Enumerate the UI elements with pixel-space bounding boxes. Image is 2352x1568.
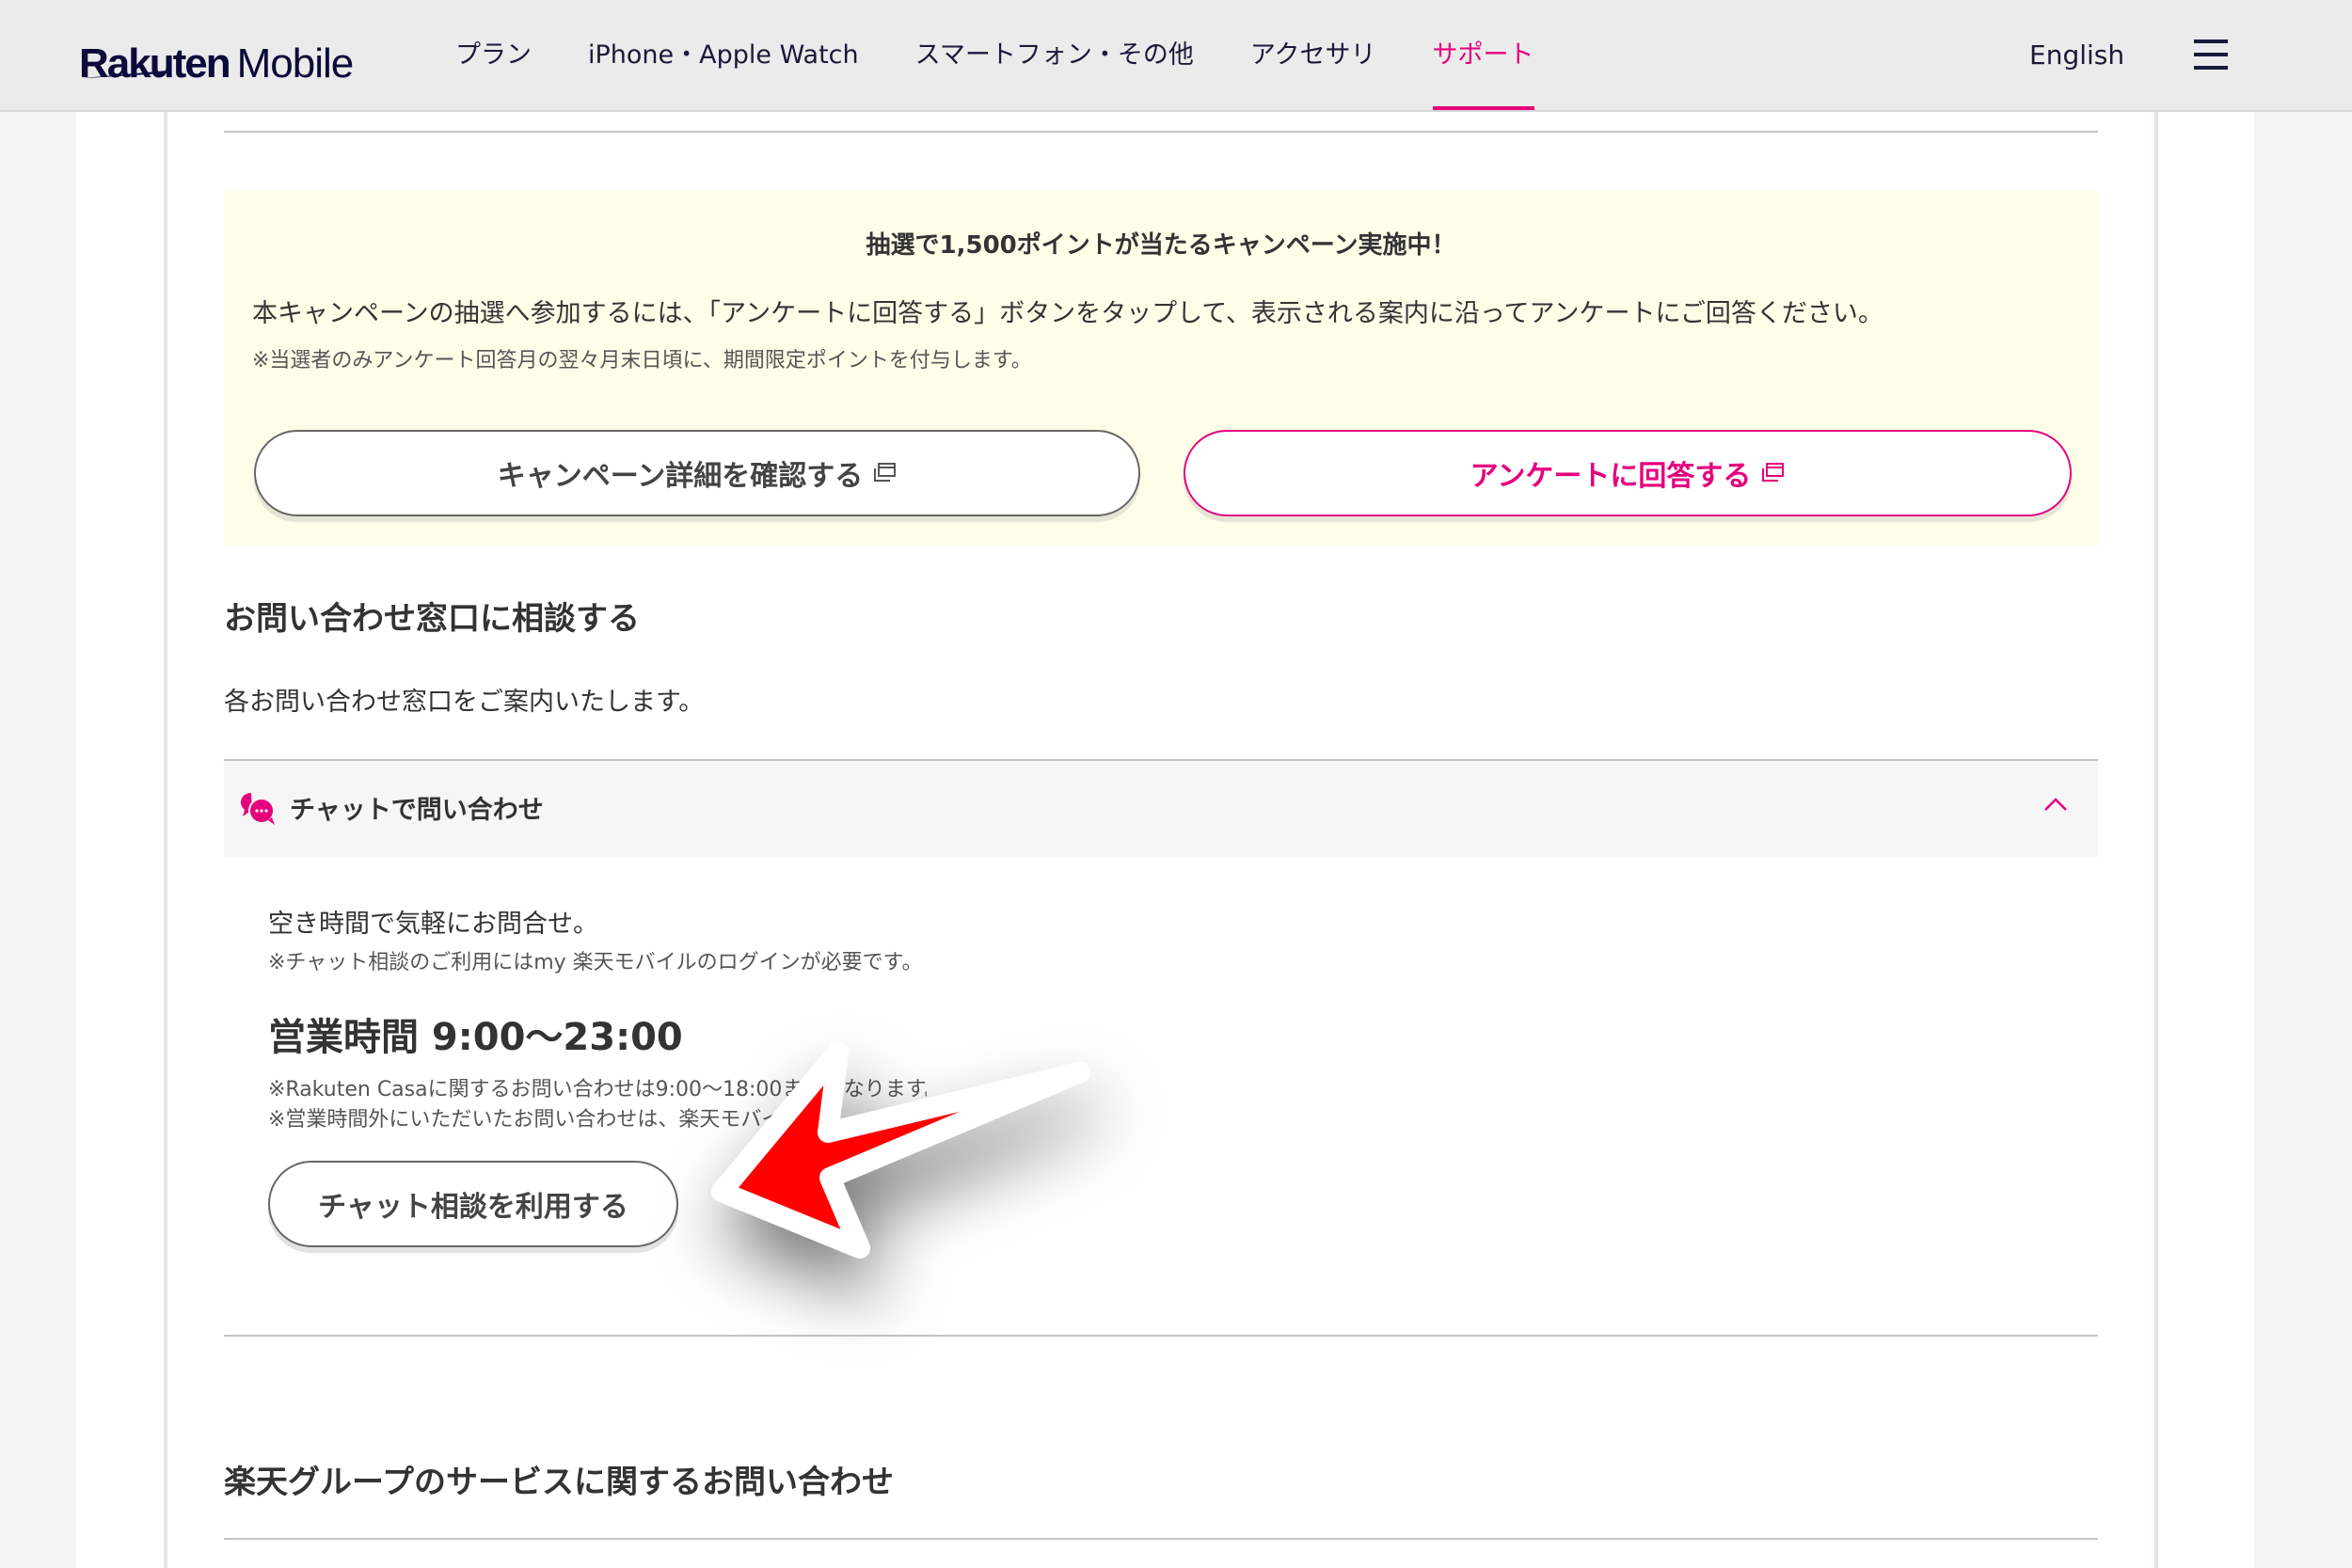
contact-section-title: お問い合わせ窓口に相談する — [224, 600, 640, 638]
top-divider — [224, 131, 2098, 133]
language-english-link[interactable]: English — [2029, 0, 2124, 110]
bottom-divider — [224, 1538, 2098, 1540]
main-nav: プラン iPhone・Apple Watch スマートフォン・その他 アクセサリ… — [455, 0, 1591, 110]
chat-business-hours: 営業時間 9:00〜23:00 — [268, 1016, 683, 1059]
rakuten-mobile-logo[interactable]: Rakuten Mobile — [79, 28, 355, 87]
use-chat-consultation-button[interactable]: チャット相談を利用する — [268, 1161, 678, 1247]
nav-item-accessory[interactable]: アクセサリ — [1250, 0, 1376, 110]
site-header: Rakuten Mobile プラン iPhone・Apple Watch スマ… — [0, 0, 2352, 112]
right-divider — [2154, 112, 2158, 1568]
external-window-icon — [874, 463, 897, 482]
chevron-up-icon[interactable] — [2043, 797, 2068, 812]
survey-answer-button[interactable]: アンケートに回答する — [1184, 430, 2072, 516]
group-services-title: 楽天グループのサービスに関するお問い合わせ — [224, 1464, 894, 1501]
chat-lead-text: 空き時間で気軽にお問合せ。 — [268, 910, 598, 939]
chat-accordion-header[interactable]: チャットで問い合わせ — [224, 759, 2098, 857]
external-window-icon — [1762, 463, 1785, 482]
nav-item-smartphone-other[interactable]: スマートフォン・その他 — [915, 0, 1194, 110]
campaign-title: 抽選で1,500ポイントが当たるキャンペーン実施中！ — [866, 231, 1456, 260]
campaign-details-button[interactable]: キャンペーン詳細を確認する — [254, 430, 1140, 516]
campaign-banner: 抽選で1,500ポイントが当たるキャンペーン実施中！ 本キャンペーンの抽選へ参加… — [224, 191, 2098, 546]
nav-item-iphone-apple-watch[interactable]: iPhone・Apple Watch — [588, 0, 859, 110]
nav-item-support[interactable]: サポート — [1432, 0, 1534, 110]
survey-answer-label: アンケートに回答する — [1470, 460, 1752, 493]
campaign-body: 本キャンペーンの抽選へ参加するには、「アンケートに回答する」ボタンをタップして、… — [252, 299, 1883, 328]
after-hours-note: ※営業時間外にいただいたお問い合わせは、楽天モバイルAI — [268, 1108, 823, 1132]
contact-section-description: 各お問い合わせ窓口をご案内いたします。 — [224, 688, 705, 717]
logo-swoosh-icon — [83, 71, 167, 78]
hamburger-menu-icon[interactable] — [2194, 40, 2228, 70]
section-divider — [224, 1335, 2098, 1337]
nav-item-plan[interactable]: プラン — [455, 0, 532, 110]
chat-accordion-title: チャットで問い合わせ — [290, 796, 544, 825]
use-chat-consultation-label: チャット相談を利用する — [318, 1191, 628, 1224]
chat-login-note: ※チャット相談のご利用にはmy 楽天モバイルのログインが必要です。 — [268, 951, 923, 974]
campaign-note: ※当選者のみアンケート回答月の翌々月末日頃に、期間限定ポイントを付与します。 — [252, 349, 1032, 372]
campaign-details-label: キャンペーン詳細を確認する — [497, 460, 864, 493]
chat-bubbles-icon — [241, 793, 275, 825]
logo-mobile-text: Mobile — [236, 40, 355, 87]
logo-rakuten-text: Rakuten — [79, 40, 231, 87]
casa-hours-note: ※Rakuten Casaに関するお問い合わせは9:00〜18:00までとなりま… — [268, 1078, 927, 1101]
left-divider — [164, 112, 167, 1568]
